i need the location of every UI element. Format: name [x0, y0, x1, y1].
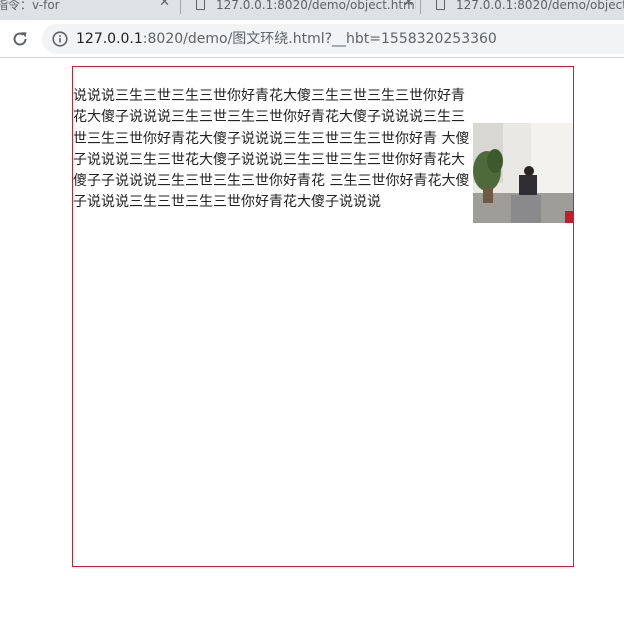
tab-strip: 指令：v-for ✕ 127.0.0.1:8020/demo/object.ht…	[0, 0, 624, 20]
url-path: :8020/demo/图文环绕.html?__hbt=1558320253360	[142, 31, 497, 47]
wrap-text-part1: 说说说三生三世三生三世你好青花大傻三生三世三生三世你好青花大傻子说说说三生三世三…	[73, 88, 465, 147]
url-text[interactable]: 127.0.0.1:8020/demo/图文环绕.html?__hbt=1558…	[76, 30, 497, 48]
tab-object-1[interactable]: 127.0.0.1:8020/demo/object.html ✕	[186, 0, 416, 20]
photo-image	[473, 123, 573, 223]
wrap-container: 说说说三生三世三生三世你好青花大傻三生三世三生三世你好青花大傻子说说说三生三世三…	[72, 66, 574, 567]
url-host: 127.0.0.1	[76, 31, 143, 47]
wrap-paragraph: 说说说三生三世三生三世你好青花大傻三生三世三生三世你好青花大傻子说说说三生三世三…	[73, 86, 573, 223]
address-bar[interactable]: 127.0.0.1:8020/demo/图文环绕.html?__hbt=1558…	[42, 24, 624, 54]
document-icon	[196, 0, 205, 10]
tab-title: 127.0.0.1:8020/demo/object.html	[456, 0, 624, 12]
reload-icon[interactable]	[10, 29, 30, 49]
info-icon[interactable]	[52, 31, 68, 47]
floated-photo	[473, 123, 573, 223]
tab-title: 指令：v-for	[0, 0, 60, 12]
tab-separator	[180, 0, 181, 14]
tab-v-for[interactable]: 指令：v-for ✕	[0, 0, 172, 20]
document-icon	[436, 0, 445, 10]
tab-separator	[420, 0, 421, 14]
close-icon[interactable]: ✕	[403, 0, 414, 9]
browser-toolbar: 127.0.0.1:8020/demo/图文环绕.html?__hbt=1558…	[0, 20, 624, 58]
tab-title: 127.0.0.1:8020/demo/object.html	[216, 0, 416, 12]
tab-object-2[interactable]: 127.0.0.1:8020/demo/object.html	[426, 0, 624, 20]
close-icon[interactable]: ✕	[159, 0, 170, 9]
